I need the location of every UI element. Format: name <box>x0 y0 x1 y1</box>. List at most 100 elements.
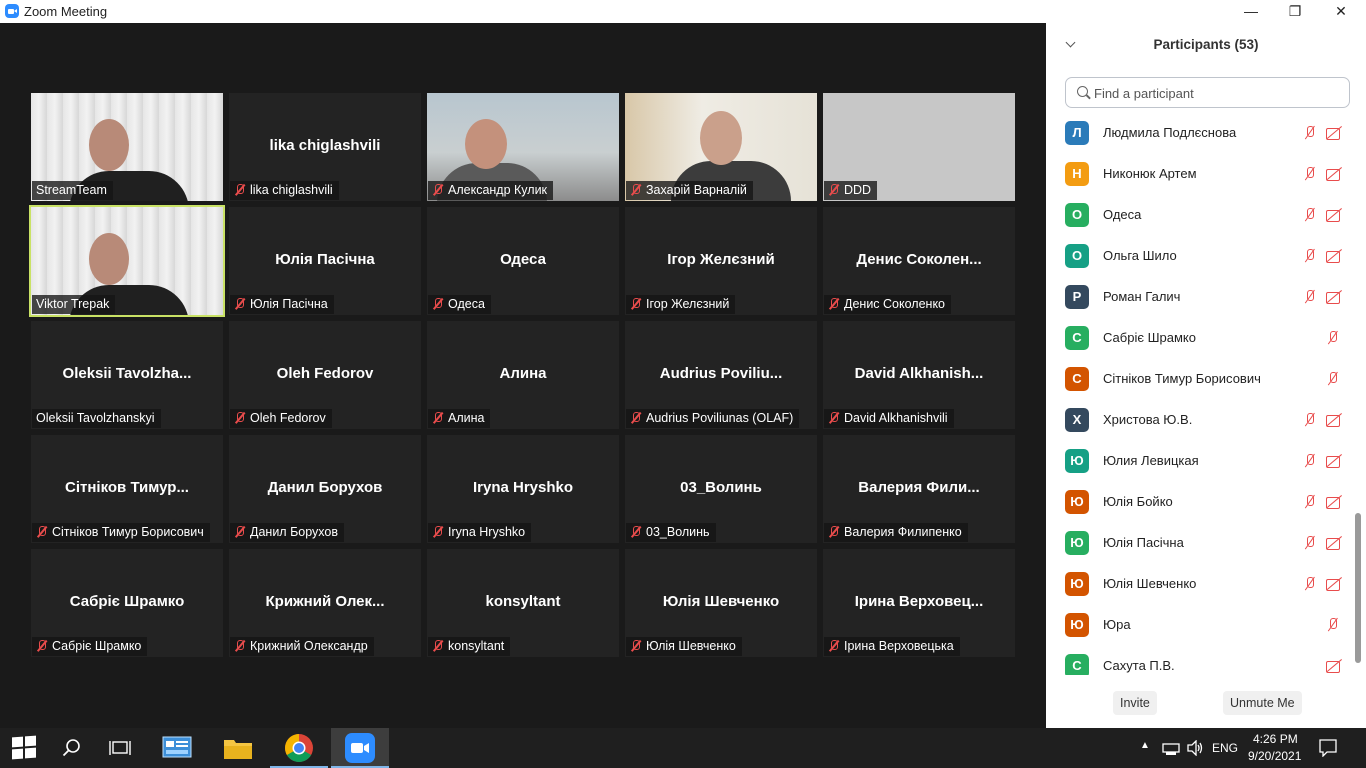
participant-list: Л Людмила Подлєснова Н Никонюк Артем О Одеса О… <box>1046 113 1356 675</box>
tile-label-text: Одеса <box>448 297 485 311</box>
tile-display-name: 03_Волинь <box>680 479 762 496</box>
video-tile[interactable]: Валерия Фили... Валерия Филипенко <box>823 435 1015 543</box>
tile-display-name: Юлія Шевченко <box>662 593 780 610</box>
close-button[interactable]: ✕ <box>1318 1 1364 21</box>
video-tile[interactable]: Одеса Одеса <box>427 207 619 315</box>
tile-label-text: Iryna Hryshko <box>448 525 526 539</box>
scrollbar-thumb[interactable] <box>1355 513 1361 663</box>
search-taskbar-button[interactable] <box>50 728 94 768</box>
mic-muted-icon <box>36 640 48 652</box>
participant-row[interactable]: С Сабріє Шрамко <box>1046 319 1356 360</box>
tile-label-text: Валерия Филипенко <box>844 525 962 539</box>
video-tile[interactable]: konsyltant konsyltant <box>427 549 619 657</box>
file-explorer-taskbar-button[interactable] <box>212 728 264 768</box>
tile-name-label: Юлія Шевченко <box>626 637 742 656</box>
video-tile[interactable]: Алина Алина <box>427 321 619 429</box>
video-tile[interactable]: David Alkhanish... David Alkhanishvili <box>823 321 1015 429</box>
mic-muted-icon <box>828 640 840 652</box>
participant-row[interactable]: Ю Юлія Бойко <box>1046 483 1356 524</box>
input-language[interactable]: ENG <box>1212 741 1238 755</box>
avatar: С <box>1065 367 1089 391</box>
mic-muted-icon <box>432 298 444 310</box>
control-panel-taskbar-button[interactable] <box>152 728 202 768</box>
video-tile[interactable]: Денис Соколен... Денис Соколенко <box>823 207 1015 315</box>
participant-row[interactable]: Р Роман Галич <box>1046 278 1356 319</box>
tile-name-label: StreamTeam <box>32 181 113 200</box>
restore-button[interactable]: ❐ <box>1272 1 1318 21</box>
tile-label-text: Ігор Желєзний <box>646 297 730 311</box>
video-tile[interactable]: Захарій Варналій <box>625 93 817 201</box>
tile-label-text: Ірина Верховецька <box>844 639 954 653</box>
tile-name-label: Валерия Филипенко <box>824 523 968 542</box>
speaker-icon[interactable] <box>1186 740 1204 756</box>
video-tile[interactable]: Сабріє Шрамко Сабріє Шрамко <box>31 549 223 657</box>
tile-name-label: Юлія Пасічна <box>230 295 334 314</box>
task-view-button[interactable] <box>98 728 142 768</box>
video-tile[interactable]: Oleh Fedorov Oleh Fedorov <box>229 321 421 429</box>
video-tile[interactable]: StreamTeam <box>31 93 223 201</box>
participant-row[interactable]: Н Никонюк Артем <box>1046 155 1356 196</box>
avatar: Ю <box>1065 613 1089 637</box>
mic-muted-icon <box>1302 248 1318 264</box>
avatar: Р <box>1065 285 1089 309</box>
video-tile[interactable]: Юлія Шевченко Юлія Шевченко <box>625 549 817 657</box>
participant-row[interactable]: С Сахута П.В. <box>1046 647 1356 675</box>
participant-row[interactable]: О Ольга Шило <box>1046 237 1356 278</box>
video-tile[interactable]: Ірина Верховец... Ірина Верховецька <box>823 549 1015 657</box>
video-tile[interactable]: Сітніков Тимур... Сітніков Тимур Борисови… <box>31 435 223 543</box>
video-tile[interactable]: Iryna Hryshko Iryna Hryshko <box>427 435 619 543</box>
video-off-icon <box>1325 453 1343 469</box>
tile-display-name: Oleh Fedorov <box>276 365 374 382</box>
video-gallery: StreamTeam lika chiglashvili lika chiglash… <box>0 23 1046 728</box>
invite-button[interactable]: Invite <box>1113 691 1157 715</box>
participant-row[interactable]: Ю Юлия Левицкая <box>1046 442 1356 483</box>
tile-label-text: Данил Борухов <box>250 525 338 539</box>
participant-row[interactable]: Ю Юра <box>1046 606 1356 647</box>
minimize-button[interactable]: — <box>1228 1 1274 21</box>
tile-name-label: Данил Борухов <box>230 523 344 542</box>
participant-list-scrollbar[interactable] <box>1355 123 1361 678</box>
video-tile[interactable]: lika chiglashvili lika chiglashvili <box>229 93 421 201</box>
tile-label-text: Oleh Fedorov <box>250 411 326 425</box>
video-off-icon <box>1325 535 1343 551</box>
video-tile[interactable]: DDD <box>823 93 1015 201</box>
unmute-me-button[interactable]: Unmute Me <box>1223 691 1302 715</box>
tile-name-label: Audrius Poviliunas (OLAF) <box>626 409 800 428</box>
participant-row[interactable]: Л Людмила Подлєснова <box>1046 114 1356 155</box>
mic-muted-icon <box>828 298 840 310</box>
participant-row[interactable]: Ю Юлія Шевченко <box>1046 565 1356 606</box>
zoom-taskbar-button[interactable] <box>331 728 389 768</box>
notifications-icon[interactable] <box>1319 739 1337 757</box>
start-button[interactable] <box>0 728 48 768</box>
participant-row[interactable]: Ю Юлія Пасічна <box>1046 524 1356 565</box>
video-tile[interactable]: Юлія Пасічна Юлія Пасічна <box>229 207 421 315</box>
tray-overflow-icon[interactable]: ▲ <box>1140 740 1150 751</box>
mic-muted-icon <box>1325 330 1341 346</box>
avatar: Ю <box>1065 449 1089 473</box>
video-tile[interactable]: Крижний Олек... Крижний Олександр <box>229 549 421 657</box>
mic-muted-icon <box>234 526 246 538</box>
video-tile[interactable]: Александр Кулик <box>427 93 619 201</box>
participant-row[interactable]: Х Христова Ю.В. <box>1046 401 1356 442</box>
tile-display-name: Данил Борухов <box>267 479 383 496</box>
tile-name-label: Крижний Олександр <box>230 637 374 656</box>
video-tile[interactable]: Viktor Trepak <box>29 205 225 317</box>
video-tile[interactable]: Audrius Poviliu... Audrius Poviliunas (OL… <box>625 321 817 429</box>
chrome-taskbar-button[interactable] <box>270 728 328 768</box>
tile-label-text: 03_Волинь <box>646 525 710 539</box>
clock-date[interactable]: 9/20/2021 <box>1248 749 1301 763</box>
video-tile[interactable]: 03_Волинь 03_Волинь <box>625 435 817 543</box>
participant-row[interactable]: О Одеса <box>1046 196 1356 237</box>
tile-name-label: Oleksii Tavolzhanskyi <box>32 409 161 428</box>
video-tile[interactable]: Данил Борухов Данил Борухов <box>229 435 421 543</box>
clock-time[interactable]: 4:26 PM <box>1253 732 1298 746</box>
tile-display-name: Сітніков Тимур... <box>65 479 189 496</box>
tile-label-text: Сабріє Шрамко <box>52 639 142 653</box>
video-tile[interactable]: Oleksii Tavolzha... Oleksii Tavolzhanskyi <box>31 321 223 429</box>
participant-row[interactable]: С Сітніков Тимур Борисович <box>1046 360 1356 401</box>
participant-search-input[interactable] <box>1094 83 1334 103</box>
window-title: Zoom Meeting <box>24 4 108 19</box>
participant-search-box[interactable] <box>1065 77 1350 108</box>
video-tile[interactable]: Ігор Желєзний Ігор Желєзний <box>625 207 817 315</box>
network-icon[interactable] <box>1162 740 1180 756</box>
